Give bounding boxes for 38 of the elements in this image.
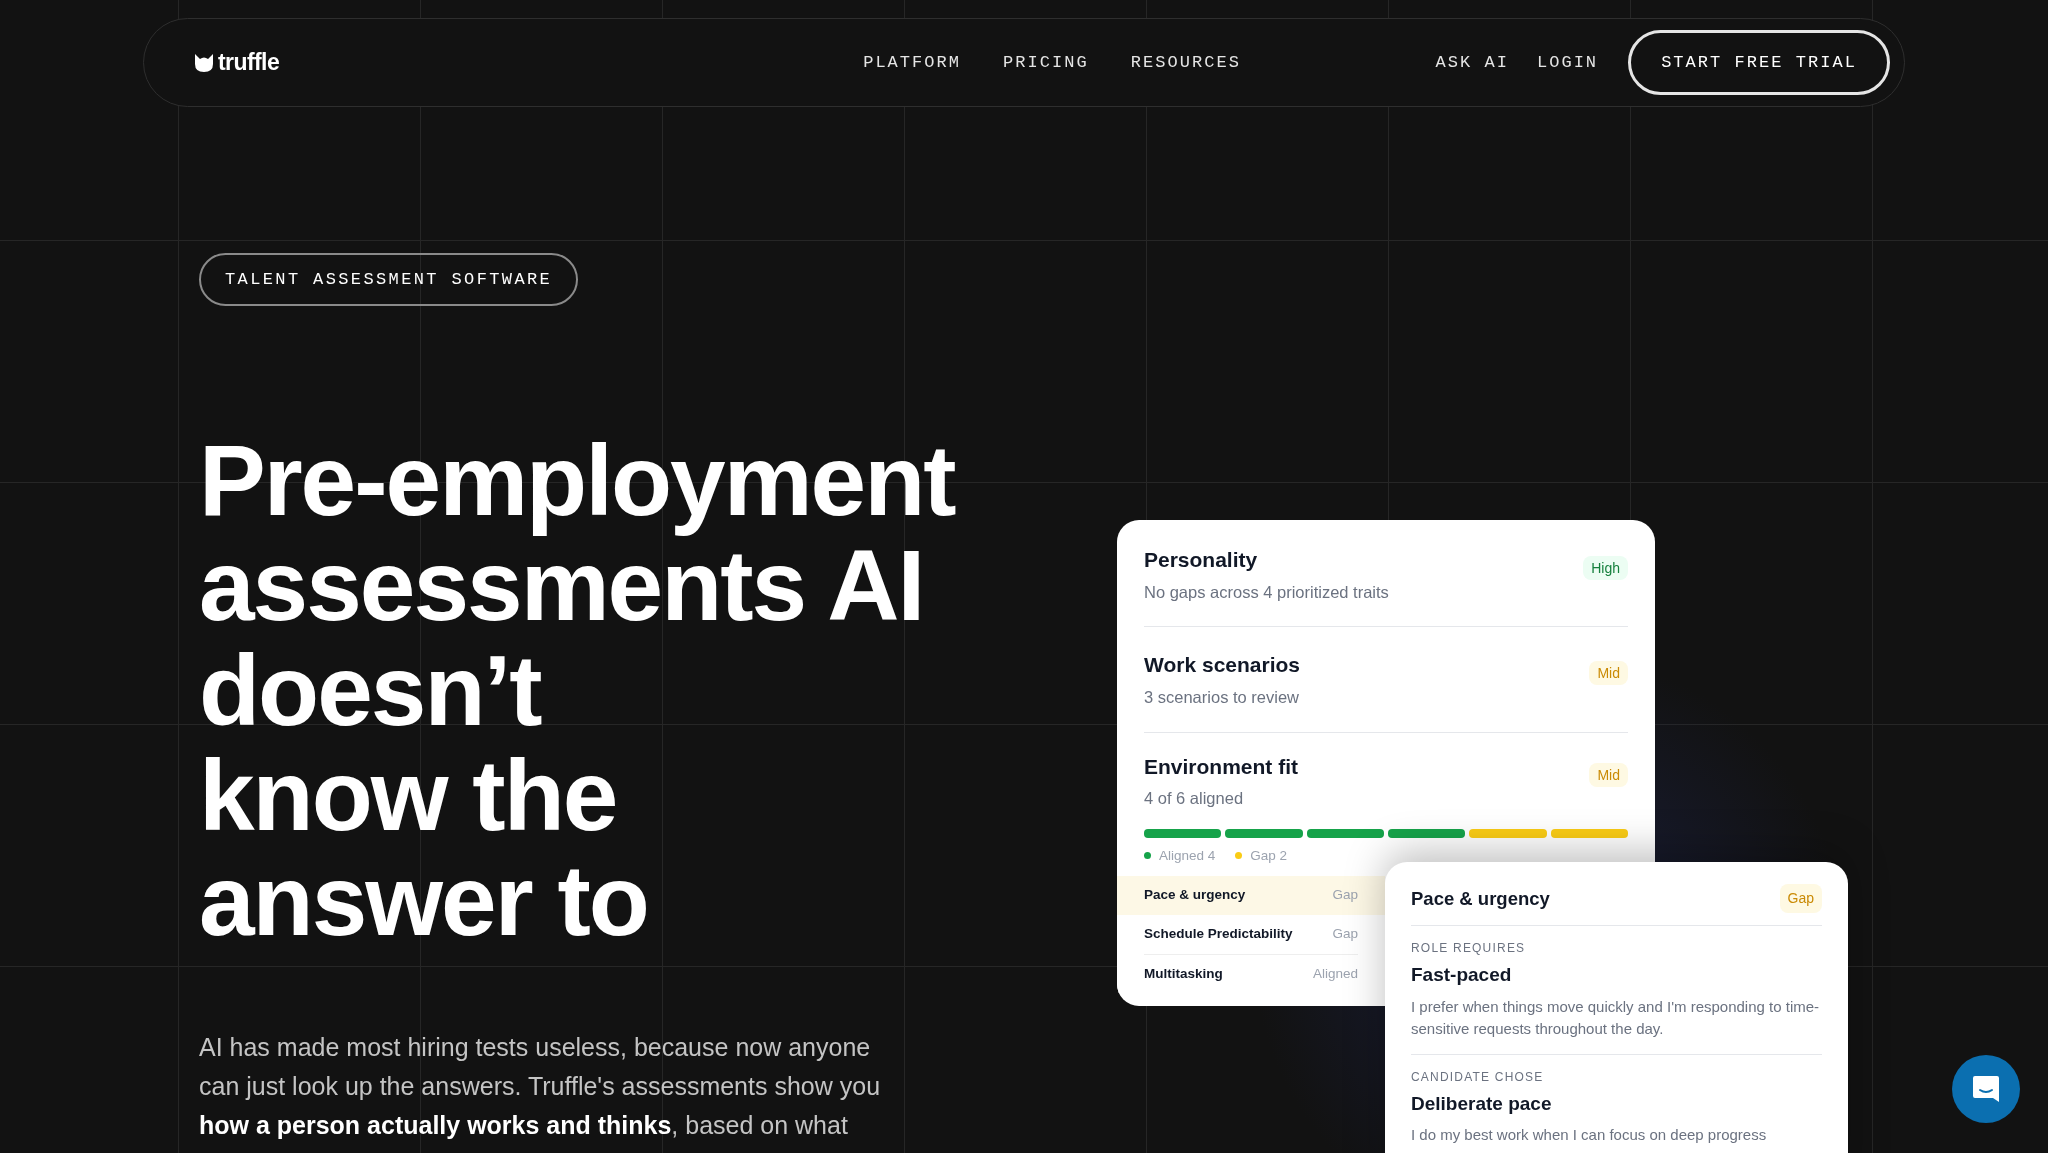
section-title: Personality: [1144, 547, 1259, 573]
trait-status: Gap: [1332, 925, 1358, 944]
rating-badge: Gap: [1779, 884, 1822, 913]
rating-badge: Mid: [1589, 661, 1628, 686]
chat-icon: [1971, 1074, 2001, 1104]
nav-link[interactable]: RESOURCES: [1130, 49, 1241, 76]
detail-title: Pace & urgency: [1411, 886, 1550, 911]
block-text: I prefer when things move quickly and I'm responding to time-sensitive requests throughout the day.: [1411, 996, 1821, 1039]
block-label: CANDIDATE CHOSE: [1411, 1068, 1545, 1086]
trait-name: Multitasking: [1144, 964, 1223, 983]
nav-link[interactable]: ASK AI: [1435, 49, 1509, 76]
logo-text: truffle: [218, 48, 280, 78]
nav-link[interactable]: PLATFORM: [863, 49, 962, 76]
legend-label: Aligned 4: [1159, 846, 1216, 865]
start-trial-button[interactable]: START FREE TRIAL: [1628, 30, 1890, 95]
trait-name: Pace & urgency: [1144, 886, 1246, 905]
trait-status: Gap: [1332, 886, 1358, 905]
section-subtitle: 4 of 6 aligned: [1144, 788, 1245, 809]
section-title: Environment fit: [1144, 753, 1298, 780]
block-title: Fast-paced: [1411, 963, 1513, 987]
legend-label: Gap 2: [1250, 846, 1288, 865]
block-title: Deliberate pace: [1411, 1091, 1553, 1116]
category-badge: TALENT ASSESSMENT SOFTWARE: [199, 253, 579, 306]
trait-name: Schedule Predictability: [1144, 925, 1293, 944]
section-title: Work scenarios: [1144, 652, 1300, 679]
block-text: I do my best work when I can focus on deep progress: [1411, 1125, 1768, 1145]
trait-status: Aligned: [1312, 964, 1358, 983]
rating-badge: Mid: [1589, 762, 1628, 787]
section-subtitle: 3 scenarios to review: [1144, 686, 1300, 708]
hero-paragraph: AI has made most hiring tests useless, because now anyone can just look up the answers. Truffle's assessments show you how a person actually works and thinks, based on what: [199, 1032, 882, 1141]
nav-link[interactable]: LOGIN: [1536, 49, 1599, 76]
rating-badge: High: [1583, 556, 1628, 580]
section-subtitle: No gaps across 4 prioritized traits: [1144, 581, 1389, 603]
logo-icon: [194, 52, 214, 73]
block-label: ROLE REQUIRES: [1411, 940, 1527, 957]
nav-link[interactable]: PRICING: [1003, 49, 1089, 76]
headline: Pre-employment assessments AI doesn’t know the answer to: [199, 428, 955, 953]
trait-row[interactable]: Pace & urgency Gap: [1117, 876, 1385, 915]
